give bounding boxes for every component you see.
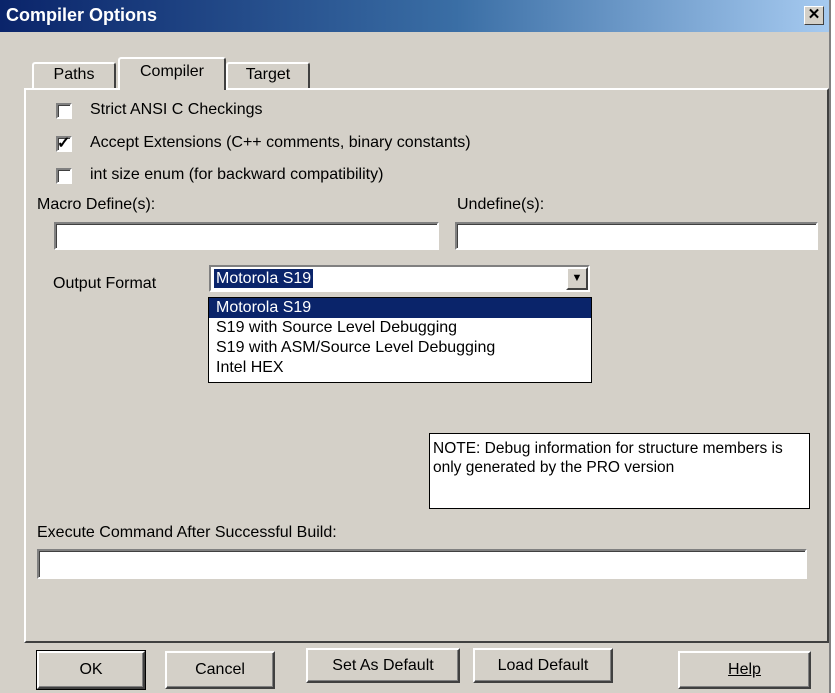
- macro-define-label: Macro Define(s):: [37, 196, 156, 213]
- output-format-select[interactable]: Motorola S19 ▼: [209, 265, 590, 292]
- undefine-label: Undefine(s):: [457, 196, 545, 213]
- load-default-button[interactable]: Load Default: [473, 648, 613, 683]
- strict-ansi-checkbox[interactable]: [56, 103, 72, 119]
- output-format-selected-value: Motorola S19: [214, 269, 314, 288]
- title-bar[interactable]: Compiler Options ✕: [0, 0, 829, 32]
- output-format-dropdown-list: Motorola S19 S19 with Source Level Debug…: [208, 297, 592, 383]
- accept-extensions-checkbox[interactable]: ✓: [56, 135, 72, 152]
- output-format-option[interactable]: S19 with ASM/Source Level Debugging: [209, 338, 591, 358]
- close-button[interactable]: ✕: [804, 6, 824, 25]
- compiler-options-dialog: Compiler Options ✕ Paths Compiler Target…: [0, 0, 831, 693]
- pro-version-note: NOTE: Debug information for structure me…: [429, 433, 810, 509]
- tab-target[interactable]: Target: [226, 62, 310, 89]
- tab-paths-label: Paths: [53, 66, 95, 83]
- int-size-enum-checkbox[interactable]: [56, 168, 72, 184]
- check-icon: ✓: [57, 135, 71, 152]
- close-icon: ✕: [807, 6, 821, 23]
- undefine-input[interactable]: [455, 222, 818, 250]
- macro-define-input[interactable]: [54, 222, 439, 250]
- chevron-down-icon: ▼: [571, 272, 583, 284]
- accept-extensions-label: Accept Extensions (C++ comments, binary …: [90, 134, 471, 151]
- cancel-button[interactable]: Cancel: [165, 651, 275, 689]
- ok-button[interactable]: OK: [36, 650, 146, 690]
- tab-compiler-label: Compiler: [139, 63, 204, 80]
- help-button[interactable]: Help: [678, 651, 811, 689]
- set-as-default-button[interactable]: Set As Default: [306, 648, 460, 683]
- output-format-option[interactable]: Motorola S19: [209, 298, 591, 318]
- output-format-label: Output Format: [53, 275, 157, 292]
- tab-compiler[interactable]: Compiler: [118, 57, 226, 90]
- execute-command-input[interactable]: [37, 549, 807, 579]
- dropdown-button[interactable]: ▼: [566, 267, 588, 290]
- tab-paths[interactable]: Paths: [32, 62, 116, 89]
- window-title: Compiler Options: [6, 5, 158, 25]
- strict-ansi-label: Strict ANSI C Checkings: [90, 101, 263, 118]
- output-format-option[interactable]: S19 with Source Level Debugging: [209, 318, 591, 338]
- execute-command-label: Execute Command After Successful Build:: [37, 524, 337, 541]
- tab-target-label: Target: [245, 66, 291, 83]
- output-format-option[interactable]: Intel HEX: [209, 358, 591, 378]
- int-size-enum-label: int size enum (for backward compatibilit…: [90, 166, 384, 183]
